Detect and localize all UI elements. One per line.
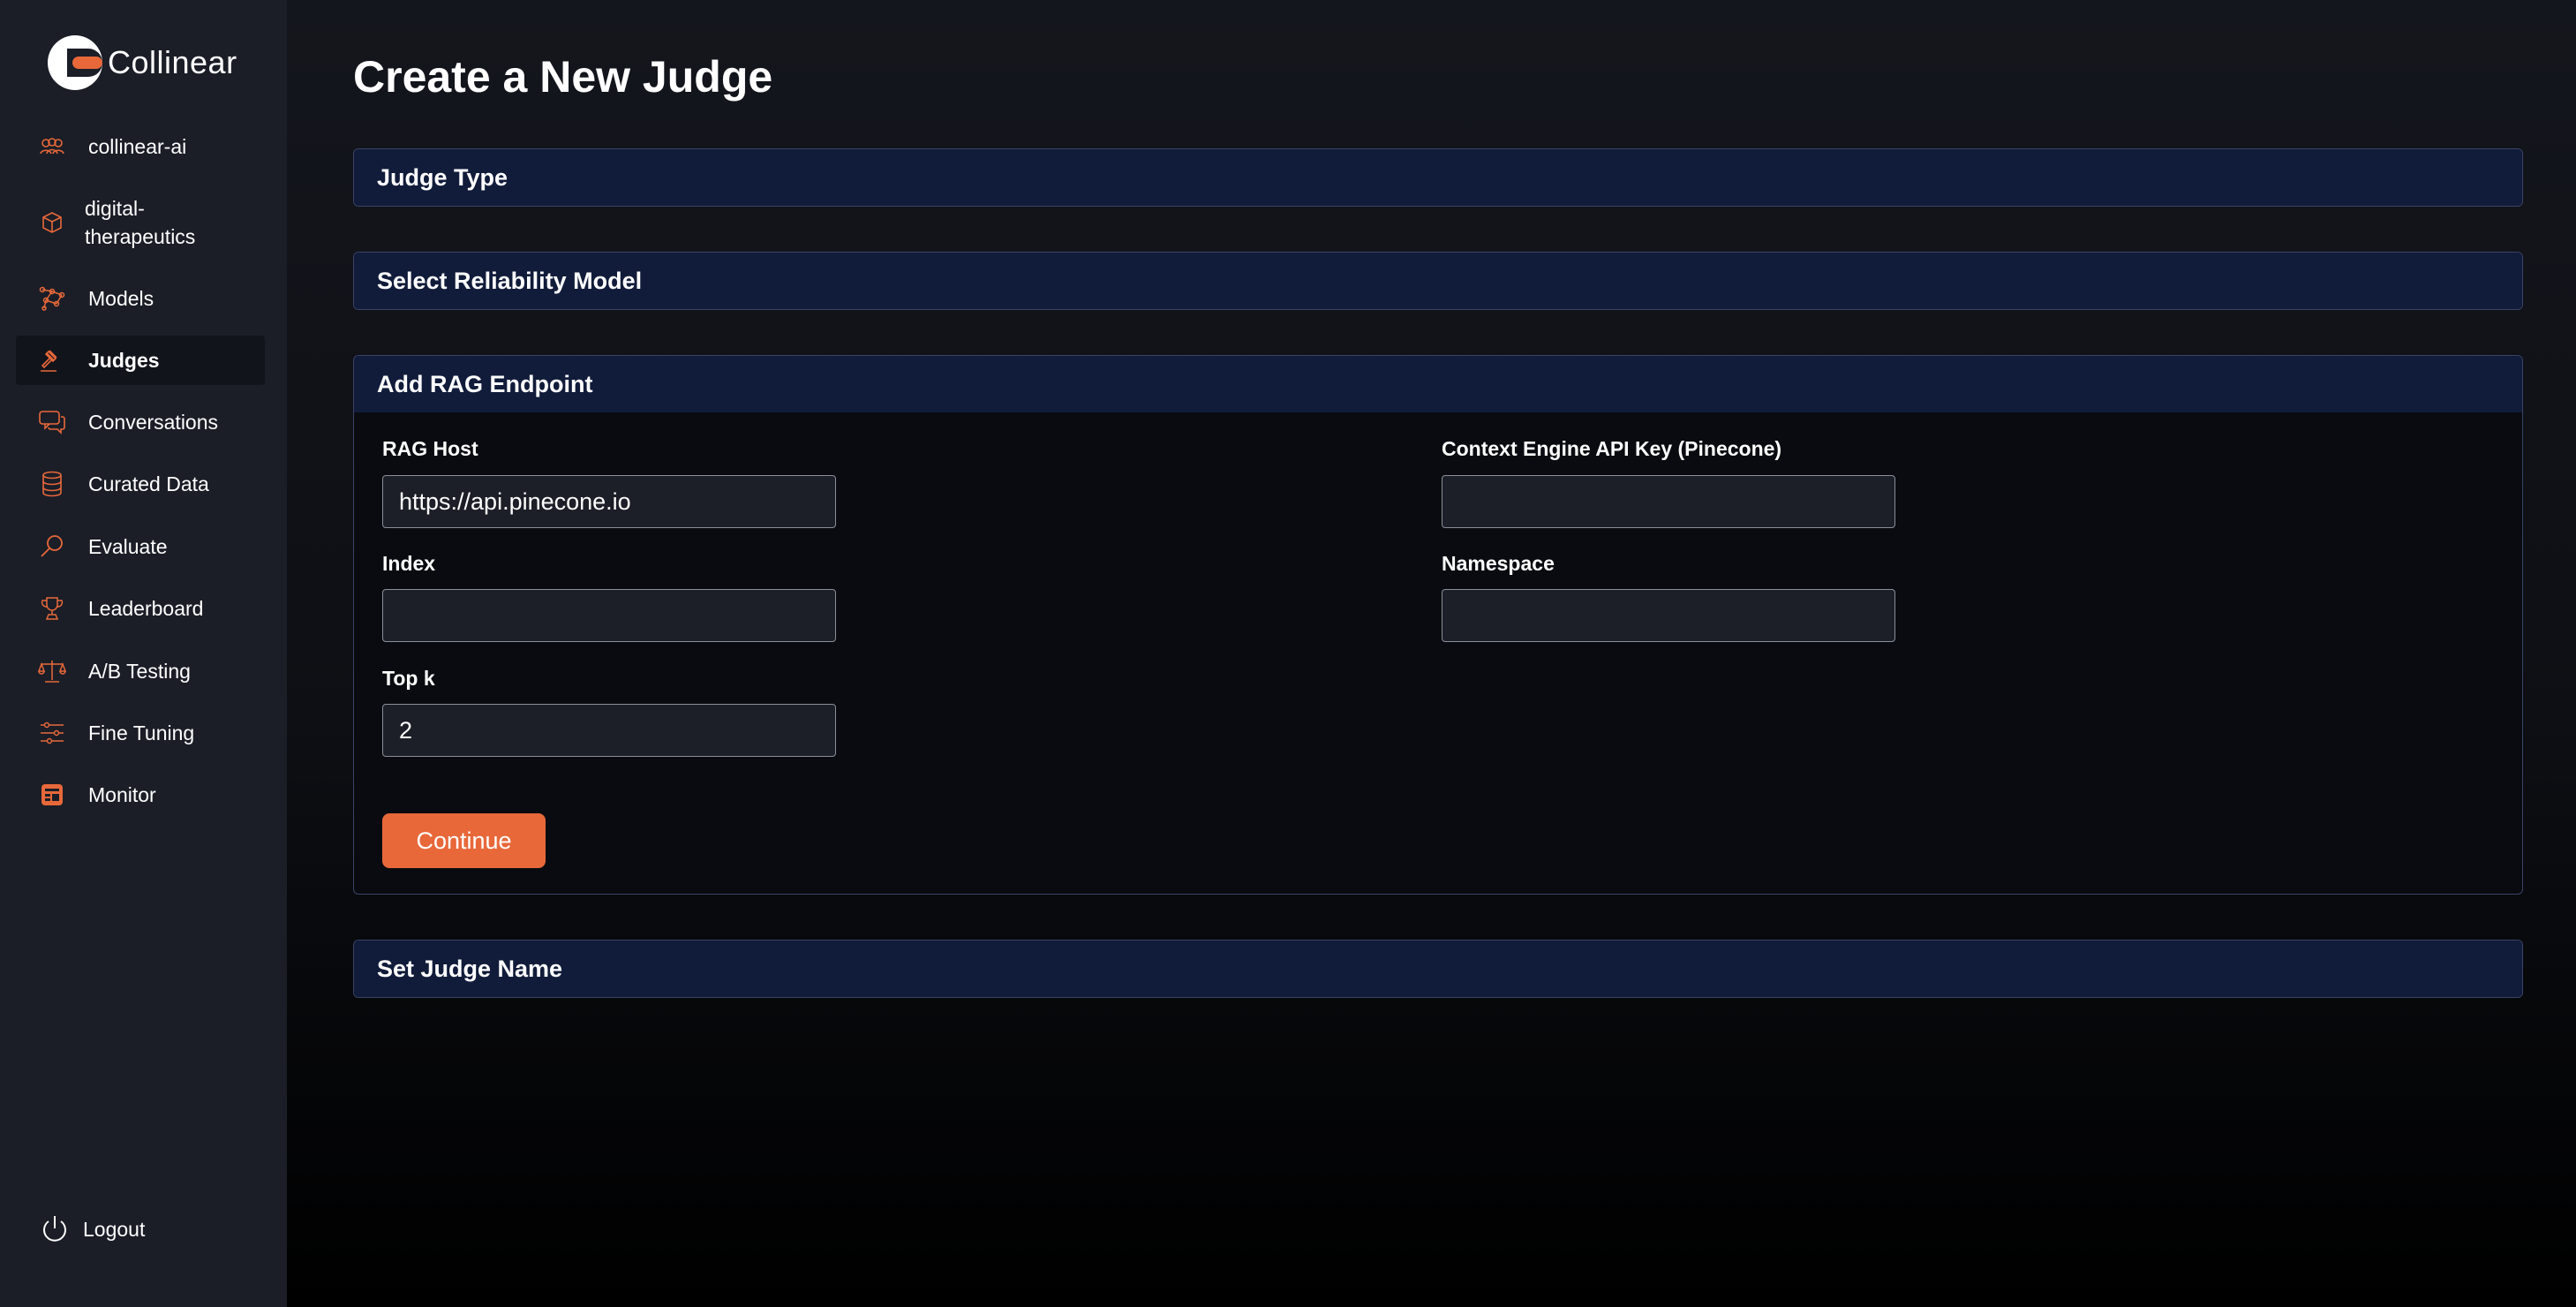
api-key-input[interactable] bbox=[1442, 475, 1895, 528]
sidebar-item-label: Conversations bbox=[88, 411, 219, 434]
sidebar-item-digital-therapeutics[interactable]: digital- therapeutics bbox=[16, 193, 265, 253]
scale-icon bbox=[37, 656, 67, 686]
sidebar-item-conversations[interactable]: Conversations bbox=[16, 404, 265, 440]
sidebar-item-fine-tuning[interactable]: Fine Tuning bbox=[16, 715, 265, 751]
logout-label: Logout bbox=[83, 1217, 146, 1241]
section-judge-name[interactable]: Set Judge Name bbox=[353, 940, 2523, 998]
section-header[interactable]: Select Reliability Model bbox=[354, 253, 2522, 309]
namespace-label: Namespace bbox=[1442, 552, 1555, 575]
sidebar-item-monitor[interactable]: Monitor bbox=[16, 777, 265, 812]
api-key-label: Context Engine API Key (Pinecone) bbox=[1442, 437, 1782, 460]
sidebar-item-label: Monitor bbox=[88, 783, 156, 806]
index-input[interactable] bbox=[382, 589, 836, 642]
section-judge-type[interactable]: Judge Type bbox=[353, 148, 2523, 207]
sidebar-item-label: Leaderboard bbox=[88, 597, 204, 620]
sidebar-item-models[interactable]: Models bbox=[16, 281, 265, 316]
team-icon bbox=[37, 132, 67, 162]
sidebar-item-label: Models bbox=[88, 287, 154, 310]
network-icon bbox=[37, 283, 67, 314]
sliders-icon bbox=[37, 718, 67, 748]
rag-host-label: RAG Host bbox=[382, 437, 478, 460]
sidebar-item-ab-testing[interactable]: A/B Testing bbox=[16, 654, 265, 689]
sidebar-item-label: Curated Data bbox=[88, 472, 209, 495]
sidebar-item-label: digital- therapeutics bbox=[85, 197, 196, 248]
sidebar-item-leaderboard[interactable]: Leaderboard bbox=[16, 591, 265, 626]
index-label: Index bbox=[382, 552, 436, 575]
search-icon bbox=[37, 532, 67, 562]
sidebar-item-label: Fine Tuning bbox=[88, 721, 195, 744]
sidebar-item-label: Evaluate bbox=[88, 535, 168, 558]
namespace-input[interactable] bbox=[1442, 589, 1895, 642]
brand-name: Collinear bbox=[108, 44, 237, 80]
continue-button[interactable]: Continue bbox=[382, 813, 546, 868]
rag-host-input[interactable] bbox=[382, 475, 836, 528]
collinear-logo-mark bbox=[48, 35, 102, 90]
section-rag-endpoint: Add RAG Endpoint RAG Host Context Engine… bbox=[353, 355, 2523, 895]
monitor-icon bbox=[37, 780, 67, 810]
section-reliability-model[interactable]: Select Reliability Model bbox=[353, 252, 2523, 310]
power-icon bbox=[39, 1213, 71, 1245]
cube-icon bbox=[37, 208, 67, 238]
sidebar-item-curated-data[interactable]: Curated Data bbox=[16, 466, 265, 502]
chat-icon bbox=[37, 407, 67, 437]
sidebar-item-judges[interactable]: Judges bbox=[16, 336, 265, 385]
collinear-logo[interactable]: Collinear bbox=[48, 35, 237, 90]
main-content: Create a New Judge Judge Type Select Rel… bbox=[287, 0, 2576, 1307]
section-header[interactable]: Set Judge Name bbox=[354, 941, 2522, 997]
sidebar-item-label: Judges bbox=[88, 349, 160, 372]
section-header[interactable]: Judge Type bbox=[354, 149, 2522, 206]
page-title: Create a New Judge bbox=[353, 52, 773, 102]
logout-button[interactable]: Logout bbox=[39, 1213, 145, 1245]
sidebar: Collinear collinear-ai digital- therapeu… bbox=[0, 0, 287, 1307]
top-k-input[interactable] bbox=[382, 704, 836, 757]
sidebar-item-evaluate[interactable]: Evaluate bbox=[16, 529, 265, 564]
sidebar-item-label: collinear-ai bbox=[88, 135, 187, 158]
database-icon bbox=[37, 469, 67, 499]
sidebar-item-label: A/B Testing bbox=[88, 660, 191, 683]
sidebar-item-collinear-ai[interactable]: collinear-ai bbox=[16, 129, 265, 164]
trophy-icon bbox=[37, 593, 67, 623]
gavel-icon bbox=[37, 345, 67, 375]
section-header[interactable]: Add RAG Endpoint bbox=[354, 356, 2522, 412]
top-k-label: Top k bbox=[382, 667, 435, 690]
